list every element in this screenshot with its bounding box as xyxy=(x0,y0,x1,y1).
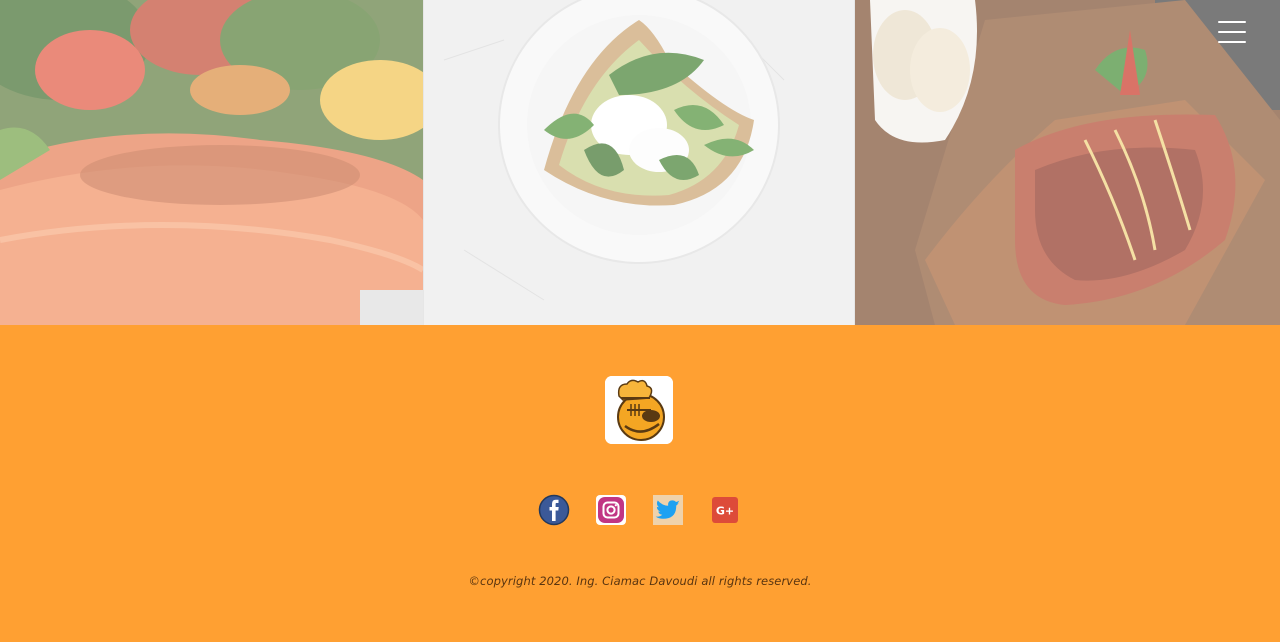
facebook-icon[interactable] xyxy=(538,494,570,526)
hamburger-menu-icon[interactable] xyxy=(1218,21,1246,45)
chef-smiley-logo-icon[interactable] xyxy=(605,376,673,444)
salmon-salad-photo xyxy=(0,0,423,325)
site-footer: G+ ©copyright 2020. Ing. Ciamac Davoudi … xyxy=(0,325,1280,642)
avocado-toast-photo xyxy=(423,0,855,325)
svg-text:G+: G+ xyxy=(716,505,734,518)
food-photo-gallery xyxy=(0,0,1280,325)
instagram-icon[interactable] xyxy=(595,494,627,526)
twitter-icon[interactable] xyxy=(652,494,684,526)
bbq-salmon-photo xyxy=(855,0,1280,325)
copyright-text: ©copyright 2020. Ing. Ciamac Davoudi all… xyxy=(468,574,812,588)
google-plus-icon[interactable]: G+ xyxy=(709,494,741,526)
social-links: G+ xyxy=(538,494,741,526)
